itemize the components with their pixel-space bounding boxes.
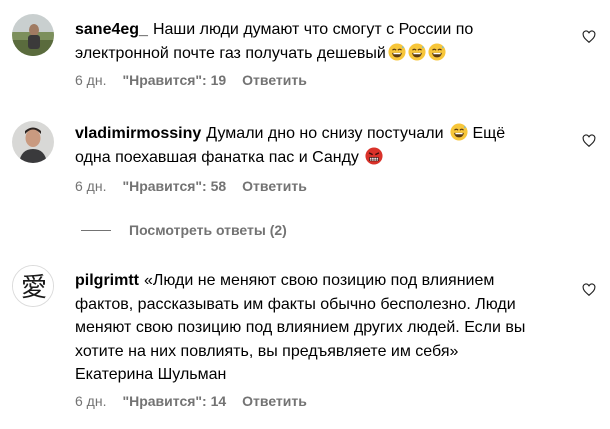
comment-body: Думали дно но снизу постучали (206, 125, 444, 142)
divider-line (81, 229, 111, 231)
comment-time[interactable]: 6 дн. (75, 72, 106, 88)
comment-time[interactable]: 6 дн. (75, 393, 106, 409)
reply-button[interactable]: Ответить (242, 393, 307, 409)
comment-username[interactable]: sane4eg_ (75, 21, 148, 38)
view-replies-button[interactable]: Посмотреть ответы (2) (81, 222, 287, 238)
comment-time[interactable]: 6 дн. (75, 178, 106, 194)
grinning-sweat-icon (388, 42, 406, 61)
like-heart-icon[interactable] (582, 30, 596, 44)
like-heart-icon[interactable] (582, 283, 596, 297)
reply-button[interactable]: Ответить (242, 72, 307, 88)
comment-username[interactable]: vladimirmossiny (75, 125, 201, 142)
comment-username[interactable]: pilgrimtt (75, 272, 139, 289)
comment-text: sane4eg_ Наши люди думают что смогут с Ро… (75, 18, 530, 65)
grinning-sweat-icon (450, 123, 468, 141)
grinning-sweat-icon (428, 42, 446, 61)
avatar[interactable]: 愛 (12, 265, 54, 307)
comment-body: «Люди не меняют свою позицию под влияние… (75, 272, 526, 383)
angry-face-icon (365, 146, 383, 165)
svg-text:愛: 愛 (21, 273, 47, 303)
comment-meta: 6 дн. "Нравится": 14 Ответить (75, 393, 323, 409)
comment-meta: 6 дн. "Нравится": 58 Ответить (75, 178, 323, 194)
like-heart-icon[interactable] (582, 134, 596, 148)
avatar[interactable] (12, 14, 54, 56)
view-replies-label: Посмотреть ответы (2) (129, 222, 287, 238)
comment-likes[interactable]: "Нравится": 58 (122, 178, 226, 194)
comment-text: vladimirmossiny Думали дно но снизу посту… (75, 122, 530, 169)
comment-likes[interactable]: "Нравится": 14 (122, 393, 226, 409)
grinning-sweat-icon (408, 42, 426, 61)
comment-meta: 6 дн. "Нравится": 19 Ответить (75, 72, 323, 88)
avatar[interactable] (12, 121, 54, 163)
reply-button[interactable]: Ответить (242, 178, 307, 194)
comment-text: pilgrimtt «Люди не меняют свою позицию по… (75, 269, 530, 387)
comment-likes[interactable]: "Нравится": 19 (122, 72, 226, 88)
